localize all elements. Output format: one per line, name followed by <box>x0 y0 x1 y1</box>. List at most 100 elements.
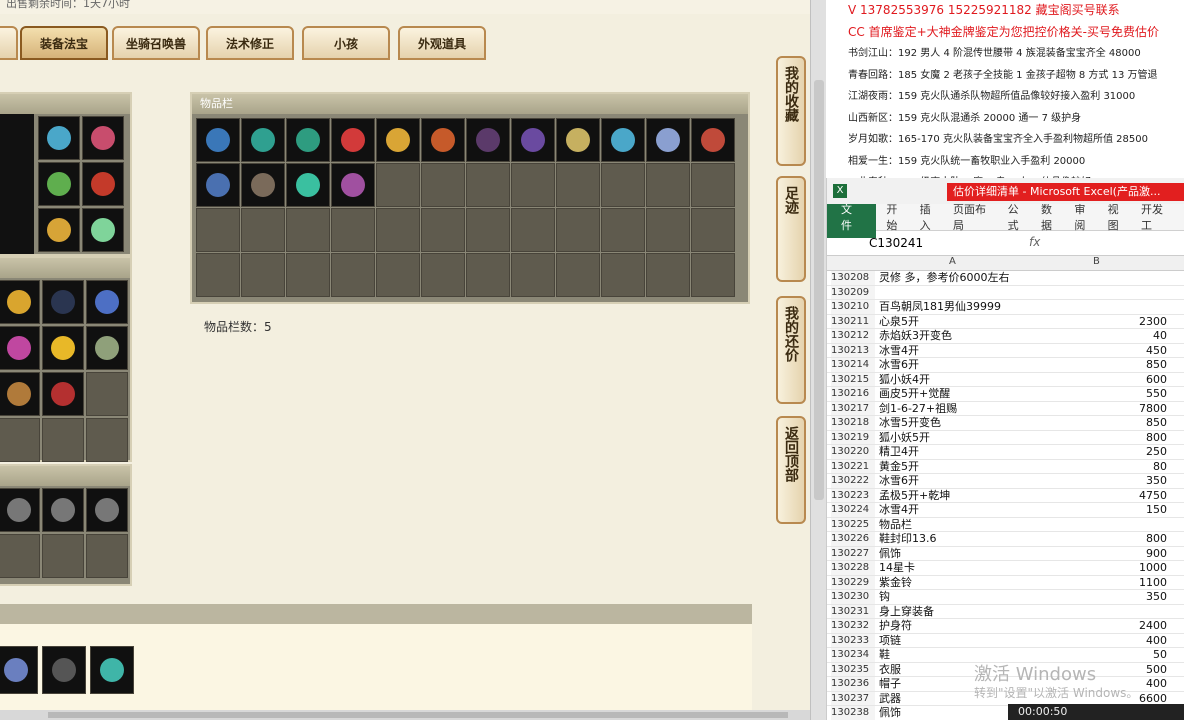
inventory-slot-empty[interactable] <box>646 163 690 207</box>
equip-slot-mask[interactable] <box>38 116 80 160</box>
treasure-slot-3[interactable] <box>86 280 128 324</box>
inventory-slot-empty[interactable] <box>421 163 465 207</box>
inventory-slot-empty[interactable] <box>376 253 420 297</box>
inventory-slot-empty[interactable] <box>601 208 645 252</box>
my-bargain-button[interactable]: 我的还价 <box>776 296 806 404</box>
equip-slot-ring-green[interactable] <box>38 162 80 206</box>
footprint-button[interactable]: 足迹 <box>776 176 806 282</box>
tab-child[interactable]: 小孩 <box>302 26 390 60</box>
cell-b[interactable]: 350 <box>1146 474 1167 488</box>
cell-b[interactable]: 450 <box>1146 344 1167 358</box>
bottom-item-staff[interactable] <box>90 646 134 694</box>
inventory-item-10[interactable] <box>601 118 645 162</box>
cell-a[interactable]: 冰雪4开 <box>879 503 919 517</box>
tab-appearance[interactable]: 外观道具 <box>398 26 486 60</box>
cell-a[interactable]: 百鸟朝凤181男仙39999 <box>879 300 1001 314</box>
equip-slot-bowl[interactable] <box>38 208 80 252</box>
cell-b[interactable]: 850 <box>1146 416 1167 430</box>
cell-a[interactable]: 身上穿装备 <box>879 605 934 619</box>
ribbon-tab[interactable]: 插入 <box>920 201 941 233</box>
favorites-button[interactable]: 我的收藏 <box>776 56 806 166</box>
cell-a[interactable]: 帽子 <box>879 677 901 691</box>
cell-a[interactable]: 衣服 <box>879 663 901 677</box>
cell-a[interactable]: 剑1-6-27+祖赐 <box>879 402 957 416</box>
inventory-slot-empty[interactable] <box>331 253 375 297</box>
cell-b[interactable]: 350 <box>1146 590 1167 604</box>
inventory-item-2[interactable] <box>241 118 285 162</box>
cell-a[interactable]: 佩饰 <box>879 547 901 561</box>
cell-a[interactable]: 狐小妖4开 <box>879 373 930 387</box>
cell-a[interactable]: 精卫4开 <box>879 445 919 459</box>
cell-b[interactable]: 800 <box>1146 431 1167 445</box>
inventory-slot-empty[interactable] <box>466 253 510 297</box>
cell-a[interactable]: 狐小妖5开 <box>879 431 930 445</box>
cell-b[interactable]: 80 <box>1153 460 1167 474</box>
equip-slot-orb[interactable] <box>82 208 124 252</box>
cell-b[interactable]: 1000 <box>1139 561 1167 575</box>
inventory-slot-empty[interactable] <box>466 208 510 252</box>
treasure-slot-2[interactable] <box>42 280 84 324</box>
summon-slot-empty[interactable] <box>0 534 40 578</box>
cell-b[interactable]: 250 <box>1146 445 1167 459</box>
inventory-slot-empty[interactable] <box>466 163 510 207</box>
treasure-slot-empty[interactable] <box>42 418 84 462</box>
inventory-item-3[interactable] <box>286 118 330 162</box>
bottom-item-cloak[interactable] <box>42 646 86 694</box>
cell-a[interactable]: 冰雪6开 <box>879 358 919 372</box>
cell-b[interactable]: 850 <box>1146 358 1167 372</box>
inventory-item-12[interactable] <box>691 118 735 162</box>
summon-slot-1[interactable] <box>0 488 40 532</box>
inventory-item-15[interactable] <box>286 163 330 207</box>
inventory-item-13[interactable] <box>196 163 240 207</box>
treasure-slot-5[interactable] <box>42 326 84 370</box>
inventory-slot-empty[interactable] <box>556 208 600 252</box>
inventory-slot-empty[interactable] <box>511 163 555 207</box>
fx-icon[interactable]: fx <box>1029 235 1040 249</box>
inventory-slot-empty[interactable] <box>691 163 735 207</box>
cell-a[interactable]: 画皮5开+觉醒 <box>879 387 950 401</box>
inventory-slot-empty[interactable] <box>601 163 645 207</box>
ribbon-tab[interactable]: 页面布局 <box>953 201 996 233</box>
column-a-header[interactable]: A <box>949 256 956 267</box>
inventory-slot-empty[interactable] <box>376 208 420 252</box>
ribbon-tab[interactable]: 开发工 <box>1141 201 1173 233</box>
treasure-slot-6[interactable] <box>86 326 128 370</box>
inventory-item-5[interactable] <box>376 118 420 162</box>
treasure-slot-empty[interactable] <box>0 418 40 462</box>
cell-b[interactable]: 800 <box>1146 532 1167 546</box>
summon-slot-2[interactable] <box>42 488 84 532</box>
horizontal-scroll-thumb[interactable] <box>48 712 788 718</box>
treasure-slot-4[interactable] <box>0 326 40 370</box>
cell-a[interactable]: 冰雪5开变色 <box>879 416 941 430</box>
cell-a[interactable]: 冰雪4开 <box>879 344 919 358</box>
inventory-item-16[interactable] <box>331 163 375 207</box>
cell-a[interactable]: 心泉5开 <box>879 315 919 329</box>
inventory-slot-empty[interactable] <box>286 208 330 252</box>
vertical-scroll-thumb[interactable] <box>814 80 824 500</box>
cell-a[interactable]: 佩饰 <box>879 706 901 720</box>
treasure-slot-empty[interactable] <box>86 418 128 462</box>
equip-slot-necklace[interactable] <box>82 116 124 160</box>
inventory-slot-empty[interactable] <box>556 253 600 297</box>
inventory-slot-empty[interactable] <box>556 163 600 207</box>
treasure-slot-empty[interactable] <box>86 372 128 416</box>
cell-b[interactable]: 2400 <box>1139 619 1167 633</box>
ribbon-tab[interactable]: 开始 <box>886 201 907 233</box>
cell-b[interactable]: 50 <box>1153 648 1167 662</box>
inventory-item-6[interactable] <box>421 118 465 162</box>
cell-a[interactable]: 孟极5开+乾坤 <box>879 489 950 503</box>
cell-b[interactable]: 150 <box>1146 503 1167 517</box>
cell-a[interactable]: 物品栏 <box>879 518 912 532</box>
inventory-slot-empty[interactable] <box>646 208 690 252</box>
cell-a[interactable]: 黄金5开 <box>879 460 919 474</box>
cell-b[interactable]: 600 <box>1146 373 1167 387</box>
cell-a[interactable]: 武器 <box>879 692 901 706</box>
inventory-slot-empty[interactable] <box>511 253 555 297</box>
tab-partial[interactable] <box>0 26 18 60</box>
summon-slot-3[interactable] <box>86 488 128 532</box>
tab-equipment[interactable]: 装备法宝 <box>20 26 108 60</box>
back-to-top-button[interactable]: 返回顶部 <box>776 416 806 524</box>
summon-slot-empty[interactable] <box>86 534 128 578</box>
cell-b[interactable]: 550 <box>1146 387 1167 401</box>
tab-mounts[interactable]: 坐骑召唤兽 <box>112 26 200 60</box>
